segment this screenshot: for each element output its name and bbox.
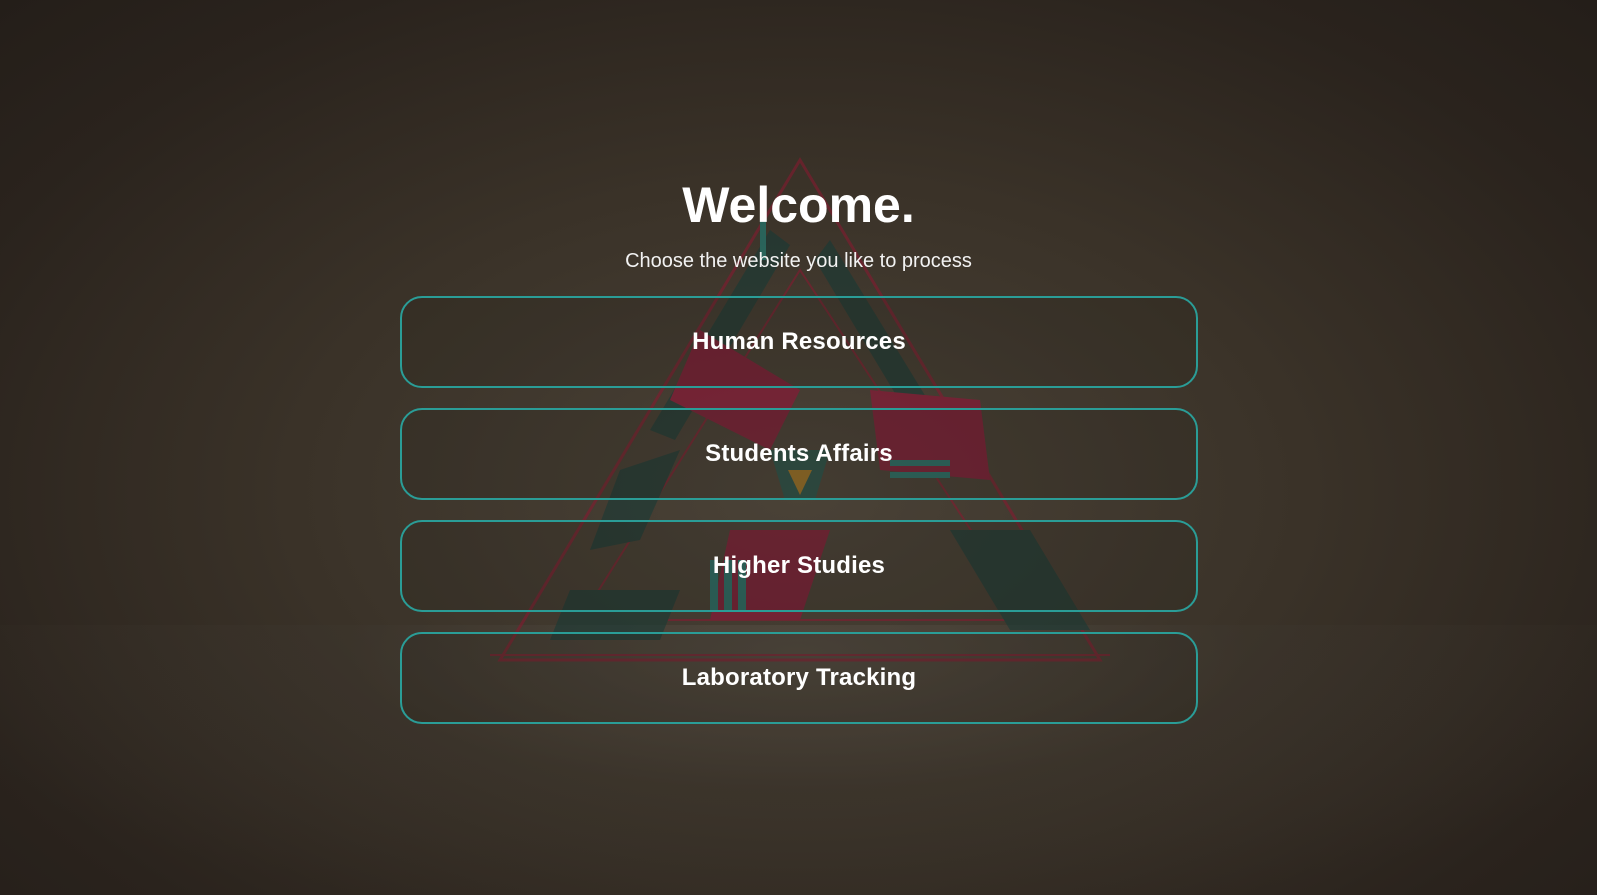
- higher-studies-label: Higher Studies: [712, 552, 886, 579]
- human-resources-label: Human Resources: [692, 328, 906, 355]
- laboratory-tracking-label: Laboratory Tracking: [681, 664, 917, 691]
- students-affairs-button[interactable]: Students Affairs: [400, 408, 1198, 500]
- human-resources-button[interactable]: Human Resources: [400, 296, 1198, 388]
- website-choice-list: Human Resources Students Affairs Higher …: [400, 296, 1198, 744]
- page-title: Welcome.: [682, 177, 915, 233]
- higher-studies-button[interactable]: Higher Studies: [400, 520, 1198, 612]
- page-subtitle: Choose the website you like to process: [625, 250, 972, 272]
- laboratory-tracking-button[interactable]: Laboratory Tracking: [400, 632, 1198, 724]
- students-affairs-label: Students Affairs: [705, 440, 893, 467]
- landing-content: Welcome. Choose the website you like to …: [0, 0, 1597, 895]
